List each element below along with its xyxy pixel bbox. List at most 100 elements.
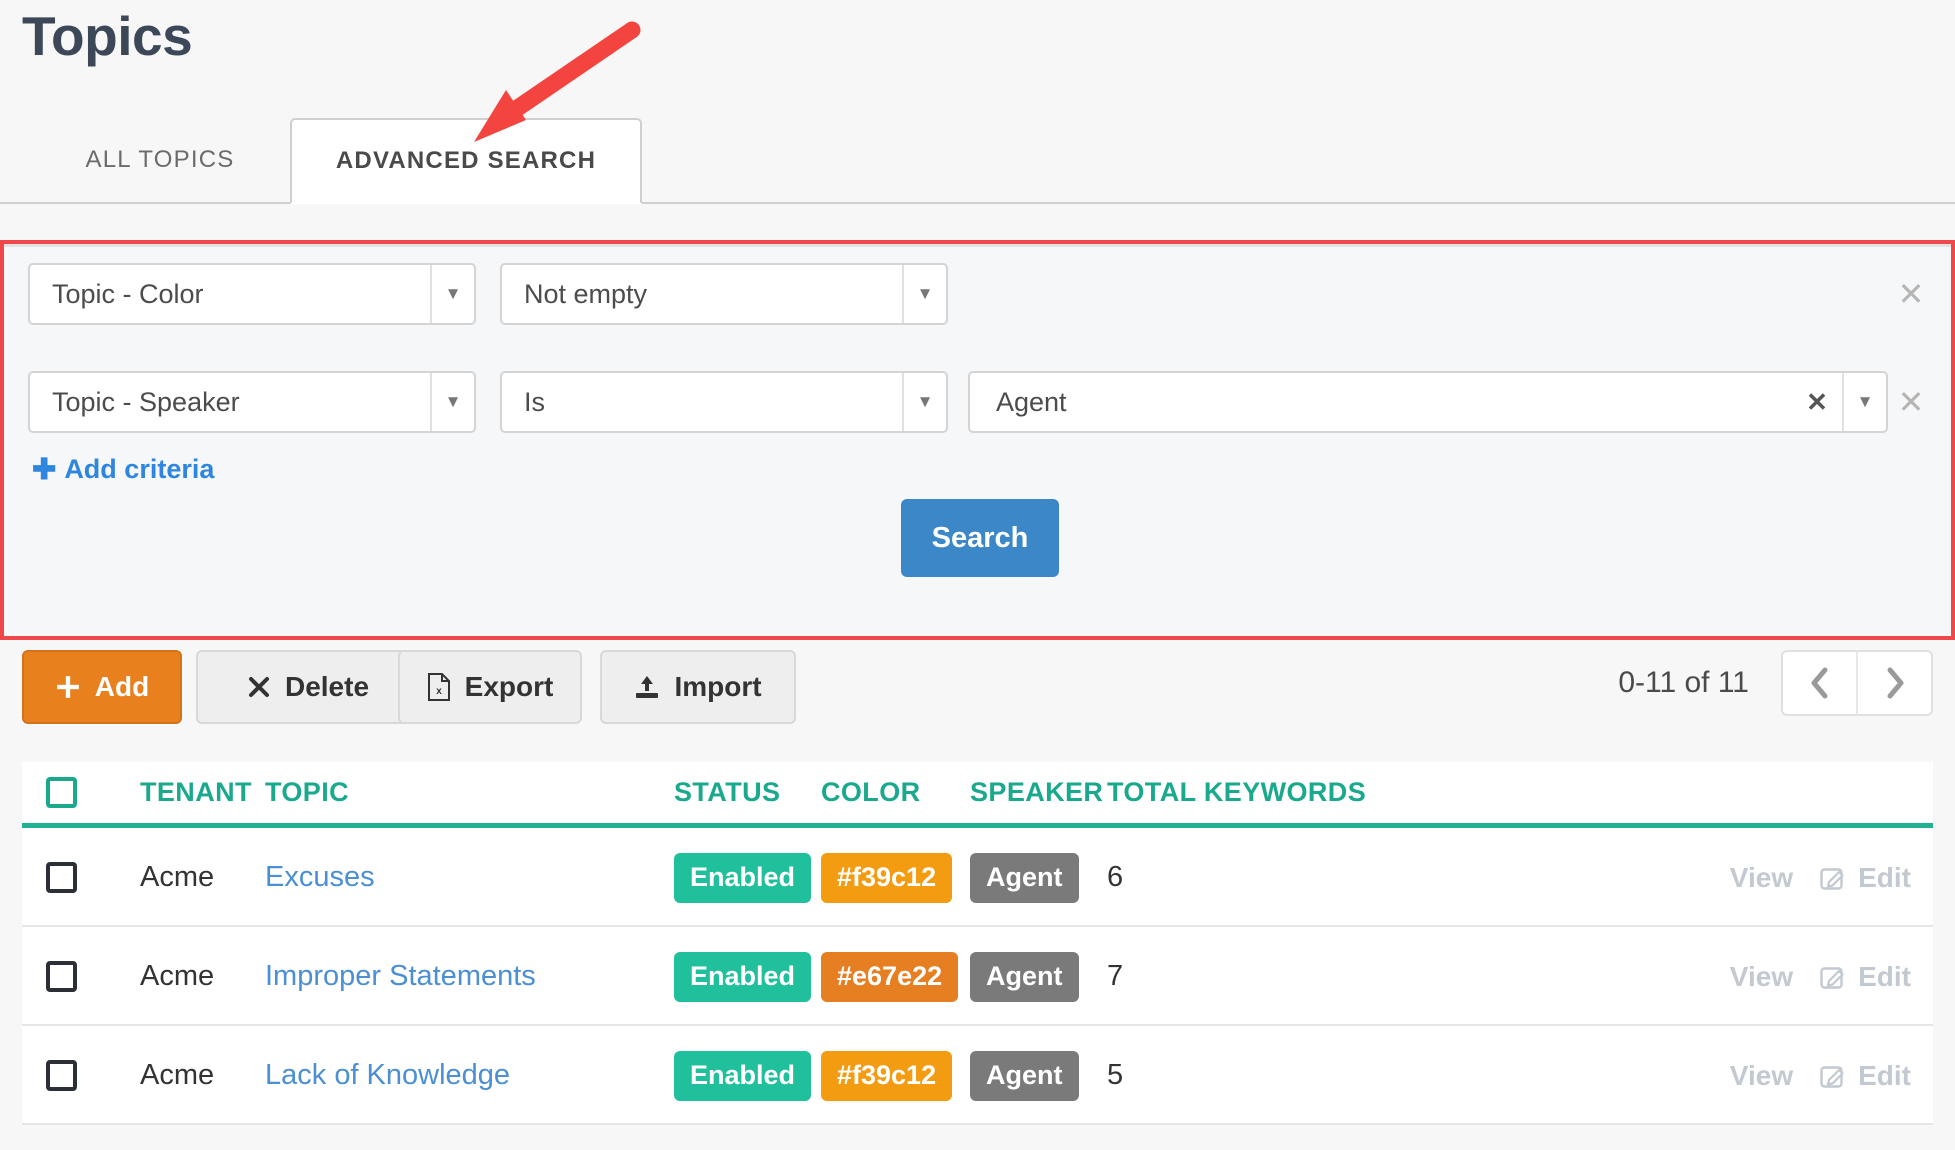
edit-link[interactable]: Edit — [1819, 862, 1911, 894]
criteria-field-select-2[interactable]: Topic - Speaker ▼ — [28, 371, 476, 433]
select-all-checkbox-cell — [46, 762, 77, 823]
column-header-status[interactable]: STATUS — [674, 762, 780, 823]
export-button[interactable]: x Export — [398, 650, 582, 724]
upload-icon — [636, 676, 659, 698]
criteria-operator-select-1[interactable]: Not empty ▼ — [500, 263, 948, 325]
chevron-down-icon[interactable]: ▼ — [1842, 373, 1886, 431]
view-link[interactable]: View — [1730, 1060, 1793, 1092]
pagination-range: 0-11 of 11 — [1618, 666, 1749, 699]
speaker-badge: Agent — [970, 1050, 1079, 1101]
delete-button-label: Delete — [284, 671, 370, 702]
criteria-row: Topic - Color ▼ Not empty ▼ ✕ — [4, 263, 1951, 335]
cell-color: #f39c12 — [821, 1026, 953, 1125]
search-button[interactable]: Search — [901, 499, 1059, 577]
view-link[interactable]: View — [1730, 862, 1793, 894]
criteria-field-value-2: Topic - Speaker — [52, 386, 240, 417]
criteria-field-value-1: Topic - Color — [52, 278, 204, 309]
cell-status: Enabled — [674, 828, 812, 927]
row-actions: View Edit — [1730, 828, 1911, 927]
edit-link[interactable]: Edit — [1819, 1060, 1911, 1092]
row-checkbox[interactable] — [46, 862, 77, 893]
add-criteria-label: Add criteria — [64, 454, 215, 484]
cell-tenant: Acme — [140, 960, 215, 992]
criteria-operator-select-2[interactable]: Is ▼ — [500, 371, 948, 433]
cell-topic-link[interactable]: Improper Statements — [265, 927, 536, 1026]
color-badge: #e67e22 — [821, 951, 959, 1002]
edit-link-label: Edit — [1858, 861, 1911, 893]
speaker-badge: Agent — [970, 852, 1079, 903]
cell-total-keywords: 7 — [1107, 960, 1124, 992]
criteria-field-select-1[interactable]: Topic - Color ▼ — [28, 263, 476, 325]
table-row: Acme Improper Statements Enabled #e67e22… — [22, 927, 1933, 1026]
import-button[interactable]: Import — [600, 650, 796, 724]
column-header-total-keywords[interactable]: TOTAL KEYWORDS — [1107, 762, 1366, 823]
edit-pencil-icon — [1820, 867, 1844, 890]
column-header-speaker[interactable]: SPEAKER — [970, 762, 1103, 823]
advanced-search-panel-highlight: Topic - Color ▼ Not empty ▼ ✕ Topic - Sp… — [0, 240, 1955, 640]
edit-pencil-icon — [1820, 966, 1844, 989]
search-button-label: Search — [931, 521, 1029, 554]
chevron-left-icon — [1811, 667, 1827, 699]
status-badge: Enabled — [674, 951, 812, 1002]
add-criteria-link[interactable]: ✚ Add criteria — [32, 452, 214, 487]
pagination-next-button[interactable] — [1857, 650, 1933, 716]
edit-link-label: Edit — [1858, 960, 1911, 992]
edit-link[interactable]: Edit — [1819, 961, 1911, 993]
row-actions: View Edit — [1730, 1026, 1911, 1125]
view-link[interactable]: View — [1730, 961, 1793, 993]
column-header-tenant[interactable]: TENANT — [140, 762, 252, 823]
chevron-right-icon — [1887, 667, 1903, 699]
cell-tenant: Acme — [140, 861, 215, 893]
criteria-value-select-2[interactable]: Agent ✕ ▼ — [968, 371, 1888, 433]
column-header-color[interactable]: COLOR — [821, 762, 921, 823]
cell-status: Enabled — [674, 1026, 812, 1125]
chevron-down-icon: ▼ — [430, 373, 474, 431]
remove-criteria-button-2[interactable]: ✕ — [1894, 385, 1928, 419]
criteria-value-text-2: Agent — [996, 386, 1067, 417]
select-all-checkbox[interactable] — [46, 777, 77, 808]
speaker-badge: Agent — [970, 951, 1079, 1002]
plus-icon — [56, 676, 79, 698]
status-badge: Enabled — [674, 852, 812, 903]
cell-color: #f39c12 — [821, 828, 953, 927]
cell-status: Enabled — [674, 927, 812, 1026]
row-checkbox[interactable] — [46, 961, 77, 992]
row-checkbox-cell — [46, 828, 77, 927]
cell-total-keywords: 5 — [1107, 1059, 1124, 1091]
row-actions: View Edit — [1730, 927, 1911, 1026]
advanced-search-panel: Topic - Color ▼ Not empty ▼ ✕ Topic - Sp… — [4, 244, 1951, 636]
criteria-row: Topic - Speaker ▼ Is ▼ Agent ✕ ▼ ✕ — [4, 371, 1951, 443]
add-button[interactable]: Add — [22, 650, 182, 724]
table-row: Acme Lack of Knowledge Enabled #f39c12 A… — [22, 1026, 1933, 1125]
tab-bar: ALL TOPICS ADVANCED SEARCH — [0, 118, 1955, 204]
cell-speaker: Agent — [970, 828, 1079, 927]
cell-tenant: Acme — [140, 1059, 215, 1091]
chevron-down-icon: ▼ — [902, 373, 946, 431]
criteria-operator-value-2: Is — [524, 386, 546, 417]
cell-speaker: Agent — [970, 927, 1079, 1026]
color-badge: #f39c12 — [821, 852, 953, 903]
edit-pencil-icon — [1820, 1065, 1844, 1088]
clear-value-icon[interactable]: ✕ — [1792, 373, 1842, 431]
cell-topic-link[interactable]: Lack of Knowledge — [265, 1026, 510, 1125]
pagination-controls — [1781, 650, 1933, 716]
cell-total-keywords: 6 — [1107, 861, 1124, 893]
chevron-down-icon: ▼ — [902, 265, 946, 323]
tab-all-topics[interactable]: ALL TOPICS — [30, 118, 290, 204]
color-badge: #f39c12 — [821, 1050, 953, 1101]
topics-page: Topics ALL TOPICS ADVANCED SEARCH Topic … — [0, 0, 1955, 1150]
pagination-prev-button[interactable] — [1781, 650, 1857, 716]
plus-icon: ✚ — [32, 454, 57, 486]
status-badge: Enabled — [674, 1050, 812, 1101]
table-toolbar: Add Delete x Export Import 0-11 of 11 — [0, 650, 1955, 750]
row-checkbox[interactable] — [46, 1060, 77, 1091]
tab-advanced-search[interactable]: ADVANCED SEARCH — [290, 118, 642, 204]
import-button-label: Import — [674, 671, 762, 702]
row-checkbox-cell — [46, 927, 77, 1026]
remove-criteria-button-1[interactable]: ✕ — [1894, 277, 1928, 311]
column-header-topic[interactable]: TOPIC — [265, 762, 349, 823]
delete-button[interactable]: Delete — [196, 650, 420, 724]
table-header-row: TENANT TOPIC STATUS COLOR SPEAKER TOTAL … — [22, 762, 1933, 828]
excel-file-icon: x — [427, 673, 450, 701]
cell-topic-link[interactable]: Excuses — [265, 828, 375, 927]
